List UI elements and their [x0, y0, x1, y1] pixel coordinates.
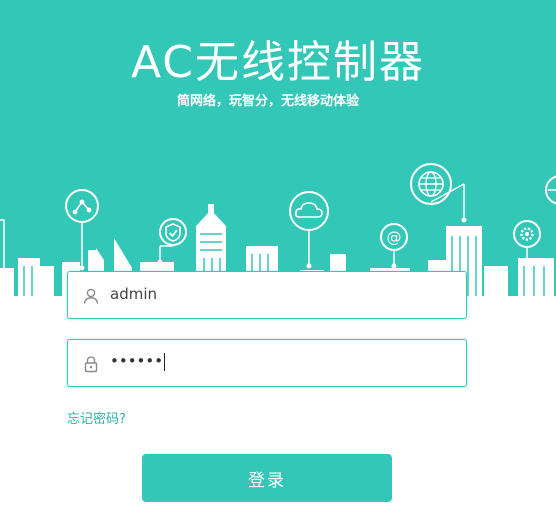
- password-input[interactable]: ••••••: [110, 352, 166, 371]
- page-title: AC无线控制器: [130, 37, 426, 88]
- svg-text:@: @: [387, 229, 402, 247]
- password-dots: ••••••: [110, 352, 164, 370]
- password-field[interactable]: ••••••: [67, 339, 467, 387]
- globe-icon: [410, 163, 452, 205]
- header-banner: AC无线控制器 简网络，玩智分，无线移动体验 @: [0, 0, 556, 296]
- email-icon: @: [380, 223, 408, 251]
- user-icon: [83, 288, 99, 304]
- partial-icon-left: [0, 219, 5, 236]
- gear-icon: [513, 220, 541, 248]
- username-input[interactable]: admin: [110, 285, 157, 303]
- username-field[interactable]: admin: [67, 271, 467, 319]
- forgot-password-link[interactable]: 忘记密码?: [67, 408, 126, 427]
- login-button[interactable]: 登录: [142, 454, 392, 502]
- cloud-icon: [289, 191, 329, 231]
- shield-icon: [159, 218, 187, 246]
- lock-icon: [84, 356, 98, 373]
- route-icon: [65, 189, 99, 223]
- page-subtitle: 简网络，玩智分，无线移动体验: [176, 94, 359, 109]
- text-caret: [164, 352, 166, 371]
